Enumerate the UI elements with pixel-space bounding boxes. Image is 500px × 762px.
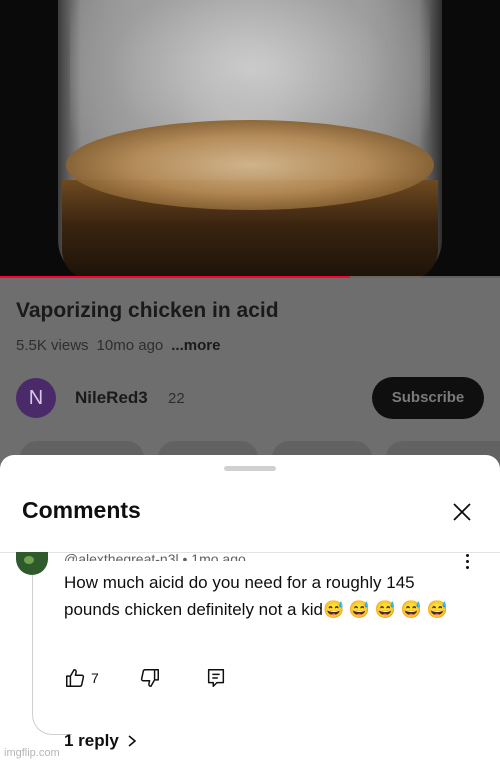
comments-sheet: Comments @alexthegreat-n3l • 1mo ago How… [0, 455, 500, 762]
video-title[interactable]: Vaporizing chicken in acid [16, 299, 279, 323]
like-count: 7 [91, 670, 99, 686]
video-progress-bar[interactable] [0, 276, 500, 278]
replies-label: 1 reply [64, 731, 119, 750]
thumbs-up-icon[interactable] [64, 667, 86, 689]
chevron-right-icon [128, 735, 137, 747]
video-player[interactable] [0, 0, 500, 278]
close-icon[interactable] [450, 500, 474, 524]
acid-surface [66, 120, 434, 210]
view-replies-button[interactable]: 1 reply [64, 731, 137, 751]
subscribe-button[interactable]: Subscribe [372, 377, 484, 419]
thumbs-down-icon[interactable] [139, 667, 161, 689]
upload-age: 10mo ago [96, 337, 164, 354]
video-meta: 5.5K views 10mo ago ...more [16, 337, 220, 354]
drag-handle[interactable] [224, 466, 276, 471]
video-info-panel: Vaporizing chicken in acid 5.5K views 10… [0, 279, 500, 479]
comment-avatar[interactable] [16, 552, 48, 575]
video-frame [0, 0, 500, 278]
watermark: imgflip.com [4, 747, 60, 759]
more-link[interactable]: ...more [171, 337, 220, 354]
channel-avatar[interactable]: N [16, 378, 56, 418]
reply-icon[interactable] [205, 667, 227, 689]
comment-author[interactable]: @alexthegreat-n3l • 1mo ago [64, 545, 246, 561]
app-screen: Vaporizing chicken in acid 5.5K views 10… [0, 0, 500, 762]
video-progress-fill [0, 276, 350, 278]
channel-name[interactable]: NileRed3 [75, 388, 148, 408]
comment-text: How much aicid do you need for a roughly… [64, 573, 448, 619]
view-count: 5.5K views [16, 337, 89, 354]
subscriber-count: 22 [168, 390, 185, 407]
comments-title: Comments [22, 497, 141, 523]
